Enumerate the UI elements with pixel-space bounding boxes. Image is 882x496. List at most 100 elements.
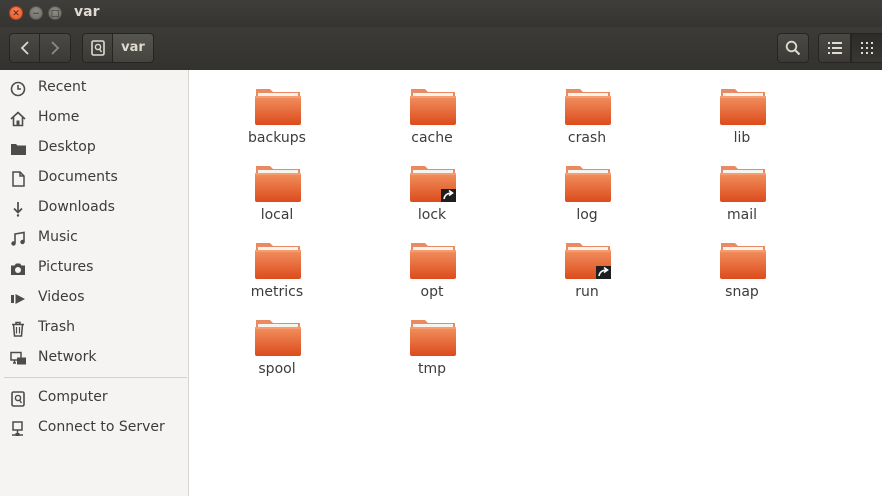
sidebar-item-label: Music bbox=[38, 229, 78, 245]
folder-icon bbox=[410, 166, 456, 202]
folder-item-log[interactable]: log bbox=[532, 163, 642, 233]
sidebar: Recent Home Desktop Documents Downloads … bbox=[0, 70, 189, 496]
clock-icon bbox=[10, 81, 26, 97]
folder-item-tmp[interactable]: tmp bbox=[377, 317, 487, 387]
sidebar-item-label: Computer bbox=[38, 389, 108, 405]
sidebar-item-pictures[interactable]: Pictures bbox=[0, 254, 188, 284]
folder-name: lib bbox=[733, 130, 751, 146]
folder-icon bbox=[565, 166, 611, 202]
window-title: var bbox=[74, 4, 100, 20]
folder-item-crash[interactable]: crash bbox=[532, 86, 642, 156]
folder-name: run bbox=[575, 284, 599, 300]
music-icon bbox=[11, 231, 25, 246]
folder-name: opt bbox=[420, 284, 444, 300]
sidebar-item-label: Recent bbox=[38, 79, 87, 95]
sidebar-item-label: Documents bbox=[38, 169, 118, 185]
back-button[interactable] bbox=[9, 33, 40, 63]
sidebar-item-connect-to-server[interactable]: Connect to Server bbox=[0, 414, 188, 444]
folder-item-mail[interactable]: mail bbox=[687, 163, 797, 233]
folder-name: log bbox=[576, 207, 598, 223]
forward-button[interactable] bbox=[40, 33, 71, 63]
sidebar-item-network[interactable]: Network bbox=[0, 344, 188, 374]
sidebar-item-label: Home bbox=[38, 109, 80, 125]
folder-icon bbox=[255, 166, 301, 202]
download-icon bbox=[13, 202, 23, 217]
list-view-button[interactable] bbox=[818, 33, 851, 63]
search-button[interactable] bbox=[777, 33, 809, 63]
folder-item-spool[interactable]: spool bbox=[222, 317, 332, 387]
folder-icon bbox=[720, 89, 766, 125]
sidebar-item-computer[interactable]: Computer bbox=[0, 384, 188, 414]
maximize-window-button[interactable]: □ bbox=[48, 6, 62, 20]
video-icon bbox=[11, 294, 25, 304]
sidebar-item-label: Trash bbox=[38, 319, 75, 335]
sidebar-item-desktop[interactable]: Desktop bbox=[0, 134, 188, 164]
folder-name: mail bbox=[727, 207, 757, 223]
folder-item-snap[interactable]: snap bbox=[687, 240, 797, 310]
folder-name: snap bbox=[725, 284, 759, 300]
sidebar-item-documents[interactable]: Documents bbox=[0, 164, 188, 194]
folder-icon bbox=[720, 166, 766, 202]
folder-name: metrics bbox=[250, 284, 304, 300]
drive-icon bbox=[90, 40, 105, 56]
home-icon bbox=[10, 111, 26, 127]
sidebar-item-trash[interactable]: Trash bbox=[0, 314, 188, 344]
server-icon bbox=[12, 421, 23, 436]
folder-item-local[interactable]: local bbox=[222, 163, 332, 233]
sidebar-item-label: Desktop bbox=[38, 139, 96, 155]
folder-item-lock[interactable]: lock bbox=[377, 163, 487, 233]
sidebar-item-recent[interactable]: Recent bbox=[0, 74, 188, 104]
symlink-arrow-icon bbox=[441, 189, 456, 202]
sidebar-item-music[interactable]: Music bbox=[0, 224, 188, 254]
minimize-window-button[interactable]: − bbox=[29, 6, 43, 20]
sidebar-item-videos[interactable]: Videos bbox=[0, 284, 188, 314]
folder-icon bbox=[255, 243, 301, 279]
folder-item-backups[interactable]: backups bbox=[222, 86, 332, 156]
folder-icon bbox=[255, 320, 301, 356]
folder-item-run[interactable]: run bbox=[532, 240, 642, 310]
folder-icon bbox=[410, 320, 456, 356]
folder-item-lib[interactable]: lib bbox=[687, 86, 797, 156]
folder-name: cache bbox=[411, 130, 453, 146]
sidebar-item-label: Downloads bbox=[38, 199, 115, 215]
folder-icon bbox=[410, 89, 456, 125]
folder-name: tmp bbox=[417, 361, 446, 377]
folder-name: backups bbox=[248, 130, 306, 146]
folder-item-metrics[interactable]: metrics bbox=[222, 240, 332, 310]
folder-icon bbox=[410, 243, 456, 279]
network-icon bbox=[10, 351, 26, 365]
folder-item-cache[interactable]: cache bbox=[377, 86, 487, 156]
camera-icon bbox=[11, 263, 25, 275]
close-window-button[interactable]: ✕ bbox=[9, 6, 23, 20]
folder-name: spool bbox=[258, 361, 296, 377]
sidebar-item-label: Pictures bbox=[38, 259, 94, 275]
sidebar-item-label: Network bbox=[38, 349, 97, 365]
folder-icon bbox=[255, 89, 301, 125]
path-segment-button[interactable]: var bbox=[113, 33, 154, 63]
file-view: backups cache crash lib local lock log mail metr… bbox=[189, 70, 882, 496]
toolbar: var bbox=[0, 27, 882, 71]
search-icon bbox=[785, 40, 801, 56]
folder-name: local bbox=[260, 207, 294, 223]
sidebar-item-home[interactable]: Home bbox=[0, 104, 188, 134]
sidebar-item-downloads[interactable]: Downloads bbox=[0, 194, 188, 224]
folder-icon bbox=[720, 243, 766, 279]
folder-icon bbox=[11, 144, 26, 155]
folder-name: lock bbox=[417, 207, 447, 223]
chevron-left-icon bbox=[20, 41, 29, 55]
sidebar-separator bbox=[4, 377, 187, 378]
title-bar: ✕ − □ var bbox=[0, 0, 882, 27]
folder-name: crash bbox=[567, 130, 607, 146]
sidebar-item-label: Videos bbox=[38, 289, 85, 305]
list-view-icon bbox=[827, 42, 842, 54]
sidebar-item-label: Connect to Server bbox=[38, 419, 165, 435]
computer-icon bbox=[11, 391, 25, 407]
trash-icon bbox=[12, 321, 24, 337]
symlink-arrow-icon bbox=[596, 266, 611, 279]
grid-view-icon bbox=[861, 42, 873, 54]
document-icon bbox=[12, 171, 25, 187]
folder-item-opt[interactable]: opt bbox=[377, 240, 487, 310]
path-root-button[interactable] bbox=[82, 33, 113, 63]
grid-view-button[interactable] bbox=[851, 33, 882, 63]
folder-icon bbox=[565, 243, 611, 279]
